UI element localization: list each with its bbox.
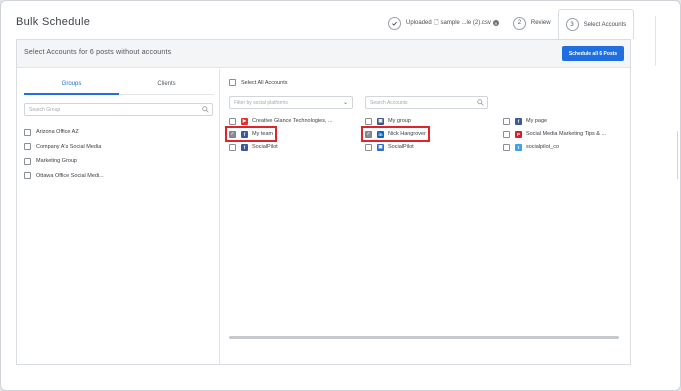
account-item[interactable]: f SocialPilot [229,141,278,153]
account-label: SocialPilot [252,144,278,150]
search-group-input[interactable]: Search Group [24,103,213,116]
account-label: My team [252,131,274,137]
step-select-accounts[interactable]: 3 Select Accounts [557,9,635,39]
select-all-label: Select All Accounts [241,79,288,86]
checkbox[interactable] [229,79,236,86]
group-label: Marketing Group [36,158,77,165]
checkbox-checked[interactable] [229,130,236,138]
checkbox[interactable] [365,143,372,151]
tab-bar: Groups Clients [24,77,214,95]
group-icon: ▣ [377,117,384,125]
google-business-icon: ▣ [377,143,384,151]
step-label: Review [530,20,551,26]
checkbox[interactable] [24,128,31,136]
facebook-icon: f [515,117,522,125]
checkbox[interactable] [503,117,510,125]
checkbox[interactable] [503,143,510,151]
groups-sidebar: Groups Clients Search Group Arizona Offi… [17,69,220,364]
account-item-selected[interactable]: in Nick Hangrover [361,126,430,142]
account-label: Creative Glance Technologies, ... [252,118,333,124]
tab-groups[interactable]: Groups [24,77,119,95]
step-review[interactable]: 2 Review [506,9,558,37]
filter-placeholder: Filter by social platforms [234,100,288,106]
account-item[interactable]: ▶ Creative Glance Technologies, ... [229,115,333,127]
facebook-icon: f [241,130,248,138]
twitter-icon: t [515,143,522,151]
tab-clients[interactable]: Clients [119,77,214,95]
search-icon [202,106,209,113]
group-list: Arizona Office AZ Company A's Social Med… [24,125,104,183]
accounts-area: Select All Accounts Filter by social pla… [221,69,630,364]
facebook-icon: f [241,143,248,151]
group-item[interactable]: Ottawa Office Social Medi... [24,169,104,184]
page-title: Bulk Schedule [16,16,91,28]
checkbox-checked[interactable] [365,130,372,138]
remove-file-icon[interactable]: ✕ [492,20,499,26]
step-label: Uploaded [406,20,432,26]
accounts-panel: Select Accounts for 6 posts without acco… [16,39,631,365]
account-label: Nick Hangrover [388,131,426,137]
group-item[interactable]: Marketing Group [24,154,104,169]
group-item[interactable]: Arizona Office AZ [24,125,104,140]
search-accounts-input[interactable]: Search Accounts [365,96,488,109]
linkedin-icon: in [377,130,384,138]
account-item[interactable]: P Social Media Marketing Tips & ... [503,128,606,140]
divider [655,16,656,66]
horizontal-scrollbar[interactable] [229,336,619,339]
search-icon [477,99,484,106]
group-label: Arizona Office AZ [36,129,79,136]
account-item[interactable]: f My page [503,115,547,127]
panel-header: Select Accounts for 6 posts without acco… [17,40,630,68]
step-label: Select Accounts [583,21,627,28]
account-label: SocialPilot [388,144,414,150]
step-number: 3 [565,18,579,31]
uploaded-file-name: sample ...le (2).csv [440,20,491,26]
bulk-schedule-modal: Bulk Schedule Uploaded 🗋 sample ...le (2… [0,0,681,391]
pinterest-icon: P [515,130,522,138]
account-item[interactable]: ▣ SocialPilot [365,141,414,153]
platform-filter-select[interactable]: Filter by social platforms ⌄ [229,96,353,109]
youtube-icon: ▶ [241,117,248,125]
account-label: Social Media Marketing Tips & ... [526,131,607,137]
search-group-placeholder: Search Group [29,107,61,113]
step-uploaded[interactable]: Uploaded 🗋 sample ...le (2).csv ✕ [381,9,506,37]
checkbox[interactable] [24,172,31,180]
select-all-accounts[interactable]: Select All Accounts [229,79,287,86]
group-label: Ottawa Office Social Medi... [36,172,104,179]
checkbox[interactable] [229,117,236,125]
check-icon [388,16,401,30]
checkbox[interactable] [229,143,236,151]
schedule-all-button[interactable]: Schedule all 6 Posts [562,46,624,61]
account-label: My page [526,118,548,124]
account-item[interactable]: ▣ My group [365,115,411,127]
panel-header-text: Select Accounts for 6 posts without acco… [24,49,172,56]
checkbox[interactable] [24,157,31,165]
checkbox[interactable] [365,117,372,125]
group-label: Company A's Social Media [36,143,102,150]
chevron-down-icon: ⌄ [342,100,348,106]
checkbox[interactable] [24,143,31,151]
search-accounts-placeholder: Search Accounts [370,100,408,106]
checkbox[interactable] [503,130,510,138]
account-item-selected[interactable]: f My team [224,126,278,142]
group-item[interactable]: Company A's Social Media [24,140,104,155]
divider [677,131,678,179]
account-label: My group [388,118,411,124]
account-label: socialpilot_co [526,144,560,150]
step-number: 2 [512,16,526,30]
account-item[interactable]: t socialpilot_co [503,141,559,153]
file-icon: 🗋 [433,20,439,26]
stepper: Uploaded 🗋 sample ...le (2).csv ✕ 2 Revi… [381,9,635,39]
